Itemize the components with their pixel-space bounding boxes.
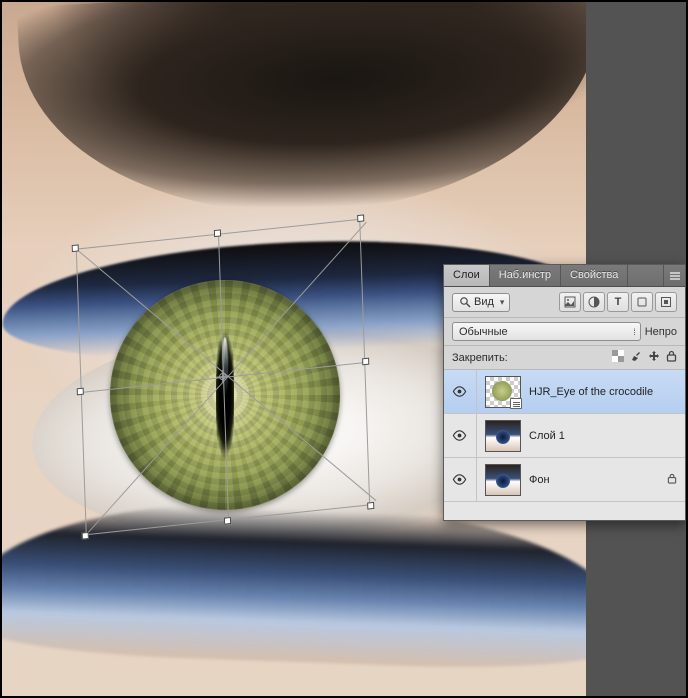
blend-mode-dropdown[interactable]: Обычные ⁞ [452, 322, 641, 341]
lock-icon [666, 350, 677, 362]
layer-name-label[interactable]: Слой 1 [529, 430, 677, 442]
chevron-down-icon: ▾ [500, 297, 505, 308]
tab-properties[interactable]: Свойства [561, 265, 628, 286]
filter-text-layers-button[interactable]: T [607, 292, 629, 312]
smartobject-icon [660, 296, 672, 308]
lock-position-button[interactable] [648, 350, 660, 365]
brush-icon [630, 350, 642, 362]
tab-layers[interactable]: Слои [444, 265, 490, 286]
filter-shape-layers-button[interactable] [631, 292, 653, 312]
eye-icon [452, 428, 467, 443]
layers-list: HJR_Eye of the crocodile Слой 1 Фон [444, 370, 685, 520]
layer-visibility-toggle[interactable] [450, 472, 468, 487]
layer-thumbnail[interactable] [485, 464, 521, 496]
layer-thumbnail[interactable] [485, 420, 521, 452]
layer-row[interactable]: Фон [444, 458, 685, 502]
layer-filter-row: Вид ▾ T [444, 287, 685, 318]
lock-image-pixels-button[interactable] [630, 350, 642, 365]
chevron-updown-icon: ⁞ [633, 327, 636, 337]
layer-filter-type-dropdown[interactable]: Вид ▾ [452, 293, 510, 312]
smart-object-badge-icon [510, 398, 522, 409]
layers-panel: Слои Наб.инстр Свойства Вид ▾ T [443, 264, 686, 521]
filter-smartobject-layers-button[interactable] [655, 292, 677, 312]
filter-type-label: Вид [474, 296, 494, 308]
eye-icon [452, 472, 467, 487]
shape-icon [636, 296, 648, 308]
panel-tabbar: Слои Наб.инстр Свойства [444, 265, 685, 287]
eye-icon [452, 384, 467, 399]
lock-transparent-pixels-button[interactable] [612, 350, 624, 365]
layer-row[interactable]: HJR_Eye of the crocodile [444, 370, 685, 414]
filter-adjustment-layers-button[interactable] [583, 292, 605, 312]
layer-name-label[interactable]: Фон [529, 474, 659, 486]
layer-thumbnail[interactable] [485, 376, 521, 408]
move-icon [648, 350, 660, 362]
layer-row[interactable]: Слой 1 [444, 414, 685, 458]
blend-opacity-row: Обычные ⁞ Непро [444, 318, 685, 346]
lock-row: Закрепить: [444, 346, 685, 370]
lock-all-button[interactable] [666, 350, 677, 365]
layer-visibility-toggle[interactable] [450, 428, 468, 443]
placed-smart-object[interactable] [110, 280, 340, 510]
adjustment-icon [588, 296, 600, 308]
image-icon [564, 296, 576, 308]
lock-label: Закрепить: [452, 352, 508, 364]
checker-icon [612, 350, 624, 362]
search-icon [459, 296, 471, 308]
panel-menu-button[interactable] [663, 265, 685, 286]
opacity-label: Непро [645, 326, 677, 338]
layer-visibility-toggle[interactable] [450, 384, 468, 399]
lock-icon [667, 473, 677, 487]
filter-pixel-layers-button[interactable] [559, 292, 581, 312]
tab-presets[interactable]: Наб.инстр [490, 265, 561, 286]
layer-name-label[interactable]: HJR_Eye of the crocodile [529, 386, 677, 398]
blend-mode-value: Обычные [459, 326, 508, 338]
